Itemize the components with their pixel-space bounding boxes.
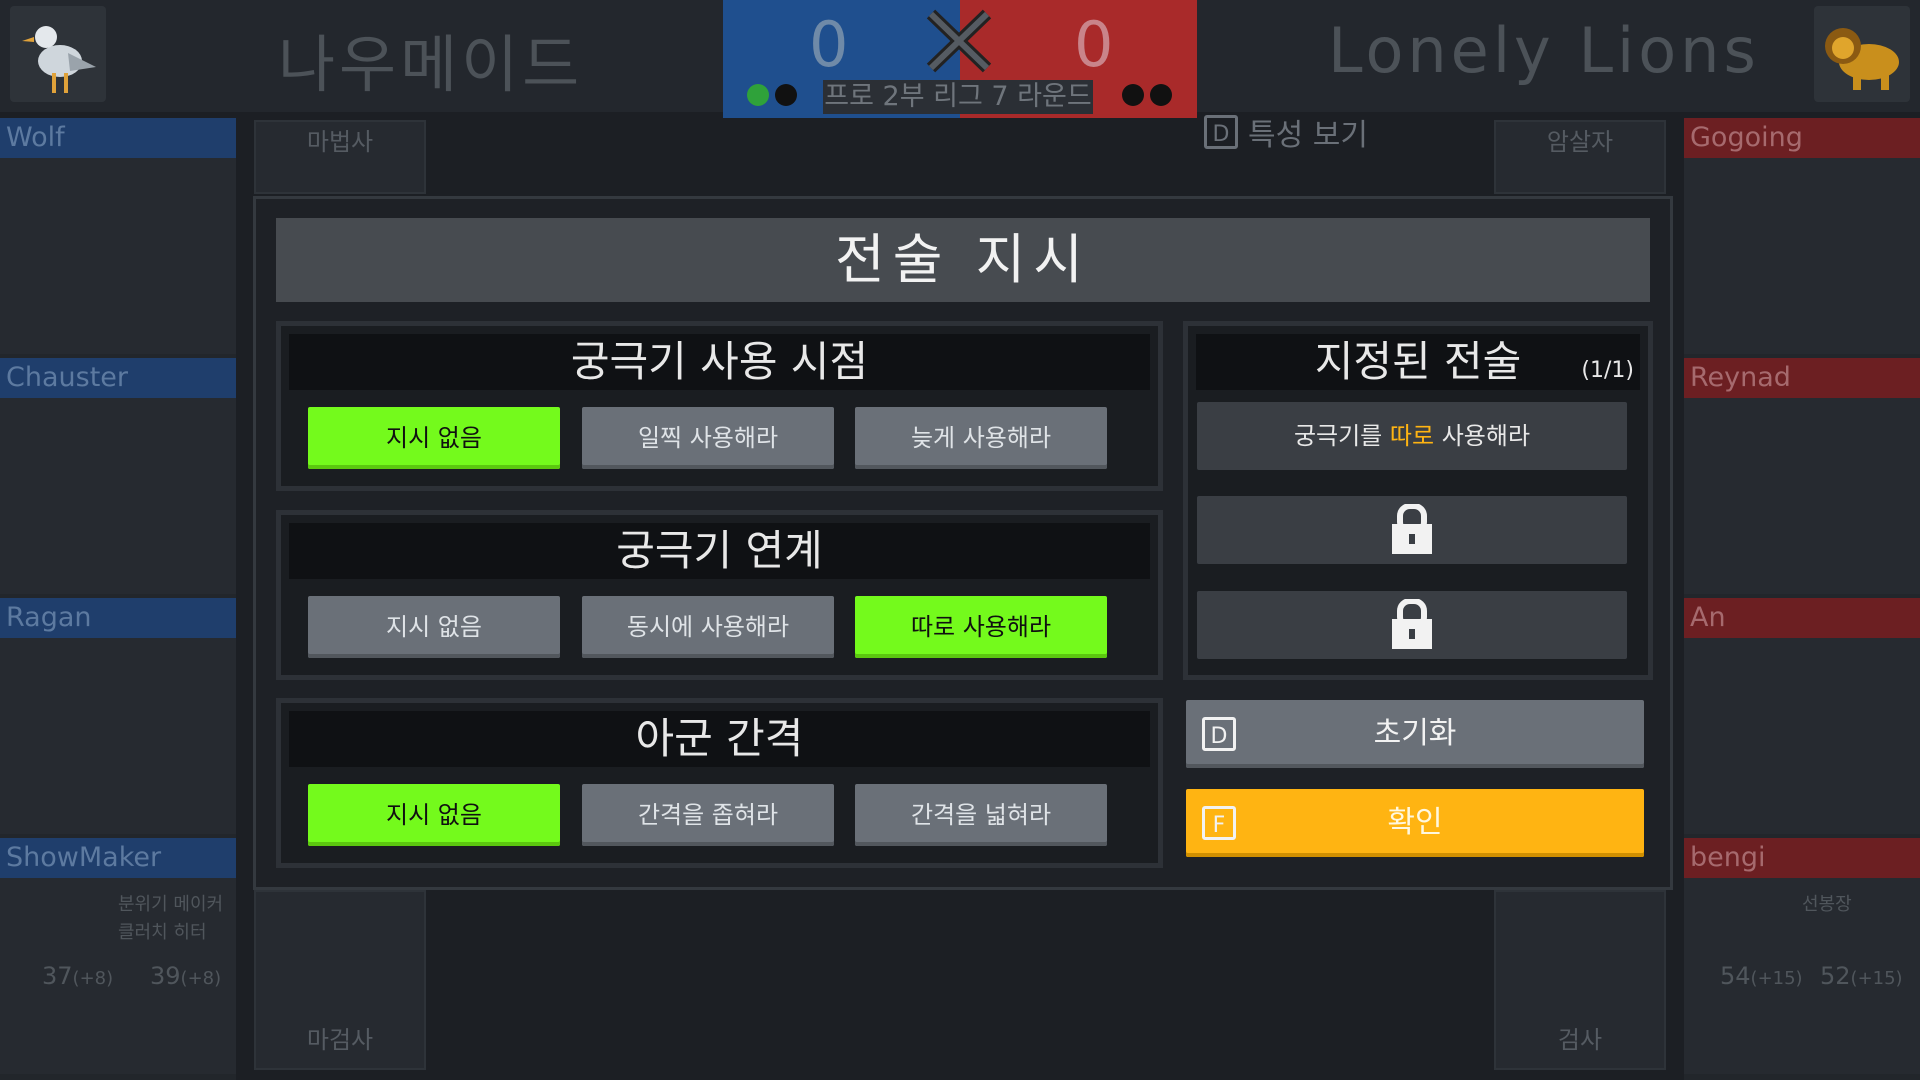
left-top-class: 마법사 [254,120,426,194]
locked-tactic-slot [1197,591,1627,659]
reset-button[interactable]: D 초기화 [1186,700,1644,768]
f-key-icon: F [1202,806,1236,840]
right-score: 0 [1074,8,1114,81]
win-dot [747,84,769,106]
player-card[interactable]: Wolf [0,118,236,354]
right-top-class: 암살자 [1494,120,1666,194]
confirm-label: 확인 [1387,805,1443,840]
player-name: Ragan [0,598,236,638]
option-no-order[interactable]: 지시 없음 [308,784,560,846]
defense-stat: 39(+8) [150,962,222,990]
player-card[interactable]: bengi 선봉장 54(+15) 52(+15) [1684,838,1920,1074]
assigned-count: (1/1) [1581,358,1634,383]
crossed-swords-icon [923,6,997,80]
modal-title: 전술 지시 [835,228,1091,291]
left-team-name: 나우메이드 [278,28,584,101]
assigned-title: 지정된 전술 [1196,334,1640,390]
option-narrow-spacing[interactable]: 간격을 좁혀라 [582,784,834,846]
player-trait: 선봉장 [1802,894,1852,915]
win-dot [1150,84,1172,106]
left-score: 0 [809,8,849,81]
assigned-tactics-panel: 지정된 전술 (1/1) 궁극기를 따로 사용해라 [1183,321,1653,680]
player-name: Wolf [0,118,236,158]
player-name: Chauster [0,358,236,398]
player-name: ShowMaker [0,838,236,878]
player-card[interactable]: ShowMaker 분위기 메이커 클러치 히터 37(+8) 39(+8) [0,838,236,1074]
attack-stat: 37(+8) [42,962,114,990]
option-no-order[interactable]: 지시 없음 [308,596,560,658]
defense-stat: 52(+15) [1820,962,1903,990]
player-card[interactable]: Ragan [0,598,236,834]
confirm-button[interactable]: F 확인 [1186,789,1644,857]
class-label: 마법사 [306,128,374,156]
option-use-separately[interactable]: 따로 사용해라 [855,596,1107,658]
right-bottom-class: 검사 [1494,890,1666,1070]
lock-icon [1392,504,1432,554]
class-label: 검사 [1557,1026,1603,1054]
reset-label: 초기화 [1373,716,1457,751]
trait-toggle-label: 특성 보기 [1248,118,1368,153]
class-label: 마검사 [306,1026,374,1054]
class-label: 암살자 [1546,128,1614,156]
player-card[interactable]: Gogoing [1684,118,1920,354]
player-name: An [1684,598,1920,638]
right-team-name: Lonely Lions [1328,14,1760,87]
attack-stat: 54(+15) [1720,962,1803,990]
player-name: Gogoing [1684,118,1920,158]
option-use-late[interactable]: 늦게 사용해라 [855,407,1107,469]
player-card[interactable]: An [1684,598,1920,834]
option-no-order[interactable]: 지시 없음 [308,407,560,469]
ult-combo-group: 궁극기 연계 지시 없음 동시에 사용해라 따로 사용해라 [276,510,1163,680]
option-use-early[interactable]: 일찍 사용해라 [582,407,834,469]
round-label: 프로 2부 리그 7 라운드 [823,80,1093,114]
player-trait: 분위기 메이커 [118,894,224,915]
modal-title-bar: 전술 지시 [276,218,1650,302]
win-dot [1122,84,1144,106]
assigned-tactic-slot[interactable]: 궁극기를 따로 사용해라 [1197,402,1627,470]
player-card[interactable]: Chauster [0,358,236,594]
win-dot [775,84,797,106]
tactics-modal: 전술 지시 궁극기 사용 시점 지시 없음 일찍 사용해라 늦게 사용해라 궁극… [253,196,1673,890]
ult-timing-group: 궁극기 사용 시점 지시 없음 일찍 사용해라 늦게 사용해라 [276,321,1163,491]
scoreboard: 0 0 프로 2부 리그 7 라운드 [723,0,1197,118]
right-roster: Gogoing Reynad An bengi 선봉장 54(+15) 52(+… [1684,118,1920,1080]
d-key-icon: D [1202,717,1236,751]
player-name: bengi [1684,838,1920,878]
option-widen-spacing[interactable]: 간격을 넓혀라 [855,784,1107,846]
left-roster: Wolf Chauster Ragan ShowMaker 분위기 메이커 클러… [0,118,236,1080]
player-name: Reynad [1684,358,1920,398]
d-key-icon: D [1204,115,1238,149]
player-trait: 클러치 히터 [118,922,207,943]
option-use-together[interactable]: 동시에 사용해라 [582,596,834,658]
ally-spacing-group: 아군 간격 지시 없음 간격을 좁혀라 간격을 넓혀라 [276,698,1163,868]
group-title: 궁극기 연계 [289,523,1150,579]
lock-icon [1392,599,1432,649]
trait-toggle[interactable]: D 특성 보기 [1204,110,1368,154]
left-bottom-class: 마검사 [254,890,426,1070]
player-card[interactable]: Reynad [1684,358,1920,594]
lion-icon [1814,6,1910,102]
group-title: 궁극기 사용 시점 [289,334,1150,390]
locked-tactic-slot [1197,496,1627,564]
seagull-icon [10,6,106,102]
group-title: 아군 간격 [289,711,1150,767]
